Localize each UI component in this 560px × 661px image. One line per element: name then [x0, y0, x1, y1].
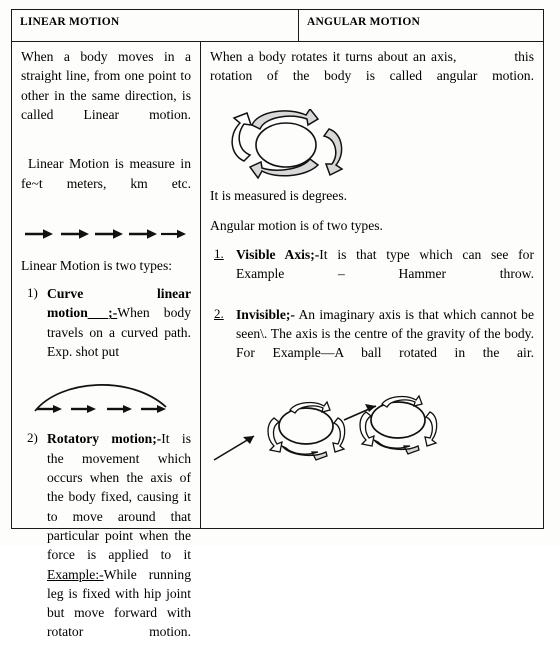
table-body-row: When a body moves in a straight line, fr…	[12, 42, 543, 639]
list-item-invisible-axis: 2. Invisible;- An imaginary axis is that…	[210, 305, 534, 382]
figure-two-rotating-balls	[210, 390, 534, 473]
example-label-rotatory: Example:-	[47, 566, 104, 582]
angular-types-intro: Angular motion is of two types.	[210, 218, 383, 234]
list-item-visible-axis: 1. Visible Axis;-It is that type which c…	[210, 245, 534, 303]
table-header-row: LINEAR MOTION ANGULAR MOTION	[12, 10, 543, 42]
column-header-linear-motion: LINEAR MOTION	[20, 16, 120, 28]
term-curve-linear-motion-tail: ___;-	[87, 305, 118, 321]
figure-curved-arc-with-arrows	[21, 371, 191, 420]
angular-motion-type-list: 1. Visible Axis;-It is that type which c…	[210, 245, 534, 382]
list-marker-2: 2)	[27, 430, 38, 446]
angular-definition-paragraph: When a body rotates it turns about an ax…	[210, 47, 534, 105]
angular-definition-part-a: When a body rotates it turns about an ax…	[210, 49, 457, 64]
linear-types-intro: Linear Motion is two types:	[21, 257, 173, 273]
linear-motion-content: When a body moves in a straight line, fr…	[12, 42, 200, 661]
list-marker-1: 1.	[214, 245, 224, 261]
linear-measurement-paragraph: Linear Motion is measure in fe~t meters,…	[21, 156, 191, 191]
comparison-table: LINEAR MOTION ANGULAR MOTION When a body…	[11, 9, 544, 639]
term-rotatory-motion: Rotatory motion;-	[47, 431, 162, 447]
figure-five-straight-arrows	[21, 224, 191, 249]
term-visible-axis: Visible Axis;-	[236, 246, 320, 262]
column-angular-motion: When a body rotates it turns about an ax…	[201, 42, 543, 528]
header-cell-linear: LINEAR MOTION	[12, 10, 299, 41]
linear-motion-type-list-second: 2) Rotatory motion;-It is the movement w…	[21, 429, 191, 661]
list-item-rotatory-motion: 2) Rotatory motion;-It is the movement w…	[21, 429, 191, 661]
list-marker-1: 1)	[27, 284, 38, 300]
figure-rotation-circular-arrows	[210, 107, 534, 186]
column-linear-motion: When a body moves in a straight line, fr…	[12, 42, 201, 639]
list-marker-2: 2.	[214, 305, 224, 321]
page-canvas: LINEAR MOTION ANGULAR MOTION When a body…	[0, 0, 560, 639]
column-header-angular-motion: ANGULAR MOTION	[307, 16, 421, 28]
angular-measure-paragraph: It is measured is degrees.	[210, 188, 348, 204]
list-item-curve-linear-motion: 1) Curve linear motion___;-When body tra…	[21, 284, 191, 361]
term-invisible-axis: Invisible;-	[236, 306, 295, 322]
definition-rotatory-motion: It is the movement which occurs when the…	[47, 431, 191, 563]
header-cell-angular: ANGULAR MOTION	[299, 10, 543, 41]
linear-definition-paragraph: When a body moves in a straight line, fr…	[21, 49, 191, 122]
linear-motion-type-list: 1) Curve linear motion___;-When body tra…	[21, 284, 191, 361]
angular-motion-content: When a body rotates it turns about an ax…	[201, 42, 543, 473]
